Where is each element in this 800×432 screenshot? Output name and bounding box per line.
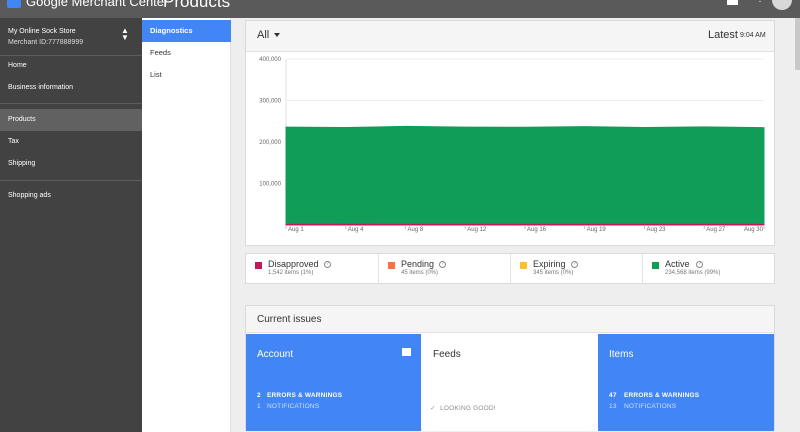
latest-label: Latest [708,29,738,41]
notifications-line[interactable]: 1 NOTIFICATIONS [257,403,319,410]
legend-count: 1,542 items (1%) [268,270,314,276]
latest-time: 9:04 AM [740,32,766,39]
x-tick-label: Aug 1 [288,227,304,233]
page-title: Products [163,0,231,11]
more-vert-icon[interactable]: ⋮ [755,0,765,4]
sidebar-item-tax[interactable]: Tax [0,131,142,153]
feeds-status-label: LOOKING GOOD! [440,405,496,412]
sidebar-item-shopping-ads[interactable]: Shopping ads [0,185,142,207]
legend-item-disapproved[interactable]: Disapproved ? 1,542 items (1%) [246,254,379,283]
errors-count: 2 [257,392,261,399]
sidebar-item-business-information[interactable]: Business information [0,77,142,99]
errors-count: 47 [609,392,617,399]
subnav-item-list[interactable]: List [142,64,231,86]
issues-title: Current issues [257,314,322,325]
chart-header: All Latest 9:04 AM [246,21,774,52]
filter-select[interactable]: All [257,29,269,41]
notifications-count: 13 [609,403,617,410]
notifications-label: NOTIFICATIONS [624,403,677,410]
x-tick-label: Aug 30 [744,227,764,233]
notifications-count: 1 [257,403,261,410]
legend-swatch [388,262,395,269]
sidebar-item-shipping[interactable]: Shipping [0,153,142,175]
status-legend: Disapproved ? 1,542 items (1%) Pending ?… [245,253,775,284]
store-name[interactable]: My Online Sock Store [8,28,76,35]
x-tick-label: Aug 12 [467,227,487,233]
issues-header: Current issues [246,306,774,333]
tile-title: Account [257,349,294,360]
errors-label: ERRORS & WARNINGS [624,392,700,399]
product-status-chart[interactable]: 100,000 200,000 300,000 400,000 Aug 1 Aug 4 Au… [246,53,774,245]
diagnostics-chart-card: All Latest 9:04 AM 100,000 200,000 300,000… [245,20,775,246]
issue-tile-account[interactable]: Account 2 ERRORS & WARNINGS 1 NOTIFICATION… [246,334,421,431]
y-tick-label: 100,000 [259,182,281,188]
current-issues-card: Current issues Account 2 ERRORS & WARNING… [245,305,775,431]
errors-label: ERRORS & WARNINGS [267,392,343,399]
legend-label: Expiring [533,259,566,269]
feeds-status: ✓ LOOKING GOOD! [430,404,496,412]
help-icon[interactable] [727,0,738,5]
app-title[interactable]: Google Merchant Center [26,0,168,9]
help-icon[interactable]: ? [571,261,578,268]
top-bar: Google Merchant Center Products ⋮ [0,0,800,18]
tile-title: Items [609,349,634,360]
flag-icon [402,348,411,356]
x-tick-label: Aug 16 [527,227,547,233]
x-tick-label: Aug 8 [408,227,424,233]
series-area-active [285,125,765,226]
help-icon[interactable]: ? [439,261,446,268]
y-tick-label: 200,000 [259,140,281,146]
legend-count: 45 items (0%) [401,270,439,276]
legend-count: 234,568 items (99%) [665,270,721,276]
avatar[interactable] [772,0,792,10]
subnav-item-feeds[interactable]: Feeds [142,42,231,64]
series-area-disapproved [285,223,765,226]
x-tick-label: Aug 27 [706,227,726,233]
notifications-line[interactable]: 13 NOTIFICATIONS [609,403,676,410]
help-icon[interactable]: ? [324,261,331,268]
notifications-label: NOTIFICATIONS [267,403,320,410]
legend-item-pending[interactable]: Pending ? 45 items (0%) [379,254,511,283]
merchant-id: Merchant ID:777888999 [8,39,84,46]
legend-item-active[interactable]: Active ? 234,568 items (99%) [643,254,774,283]
help-icon[interactable]: ? [696,261,703,268]
x-tick-label: Aug 4 [348,227,364,233]
sidebar: My Online Sock Store Merchant ID:7778889… [0,18,142,432]
dropdown-arrow-icon[interactable] [274,33,280,37]
legend-label: Pending [401,259,435,269]
legend-item-expiring[interactable]: Expiring ? 345 items (0%) [511,254,643,283]
issue-tile-items[interactable]: Items 47 ERRORS & WARNINGS 13 NOTIFICATION… [598,334,774,431]
logo-icon[interactable] [7,0,21,8]
tile-title: Feeds [433,349,461,360]
legend-swatch [255,262,262,269]
issue-tile-feeds[interactable]: Feeds ✓ LOOKING GOOD! [422,334,598,431]
x-tick-label: Aug 19 [587,227,607,233]
sidebar-divider [0,180,142,181]
errors-warnings-line[interactable]: 2 ERRORS & WARNINGS [257,392,342,399]
y-tick-label: 300,000 [259,99,281,105]
sidebar-item-home[interactable]: Home [0,55,142,77]
scrollbar[interactable] [795,18,800,70]
legend-count: 345 items (0%) [533,270,574,276]
legend-swatch [652,262,659,269]
products-subnav: Diagnostics Feeds List [142,18,231,432]
x-tick-label: Aug 23 [647,227,667,233]
sidebar-divider [0,103,142,104]
store-switch-icon[interactable]: ▲ ▼ [120,27,130,45]
check-icon: ✓ [430,405,437,412]
sidebar-item-products[interactable]: Products [0,109,142,131]
subnav-item-diagnostics[interactable]: Diagnostics [142,20,231,42]
legend-label: Disapproved [268,259,319,269]
legend-label: Active [665,259,690,269]
y-tick-label: 400,000 [259,57,281,63]
legend-swatch [520,262,527,269]
errors-warnings-line[interactable]: 47 ERRORS & WARNINGS [609,392,699,399]
